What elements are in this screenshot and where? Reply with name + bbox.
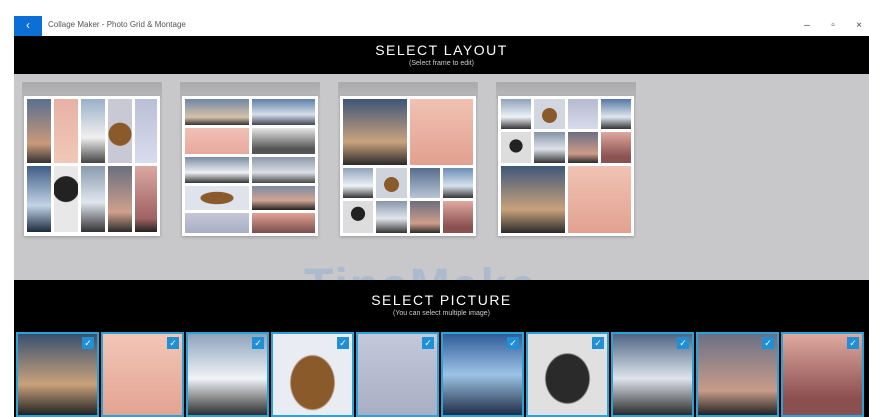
photo-cell <box>54 166 78 232</box>
photo-cell <box>185 213 249 233</box>
photo-cell <box>501 99 531 129</box>
thumbnail-4[interactable]: ✓ <box>271 332 354 417</box>
back-button[interactable]: ‹ <box>14 16 42 36</box>
photo-cell <box>252 99 315 125</box>
check-icon: ✓ <box>592 337 604 349</box>
thumbnail-1[interactable]: ✓ <box>16 332 99 417</box>
app-window: ‹ Collage Maker - Photo Grid & Montage –… <box>14 16 869 417</box>
photo-cell <box>410 99 473 165</box>
check-icon: ✓ <box>847 337 859 349</box>
picture-title: SELECT PICTURE <box>371 292 512 308</box>
photo-cell <box>185 186 249 210</box>
photo-cell <box>410 168 440 198</box>
minimize-button[interactable]: – <box>796 18 818 34</box>
layout-frame-2[interactable] <box>180 82 324 251</box>
layout-subtitle: (Select frame to edit) <box>409 60 474 67</box>
frame-preview <box>340 96 476 236</box>
photo-cell <box>534 132 565 163</box>
frame-preview <box>182 96 318 236</box>
photo-cell <box>252 186 315 210</box>
photo-cell <box>135 99 157 163</box>
photo-cell <box>108 99 132 163</box>
picture-subtitle: (You can select multiple image) <box>392 310 490 317</box>
photo-cell <box>343 99 407 165</box>
photo-cell <box>534 99 565 129</box>
photo-cell <box>443 168 473 198</box>
frame-preview <box>498 96 634 236</box>
picture-header: SELECT PICTURE (You can select multiple … <box>14 280 869 334</box>
check-icon: ✓ <box>167 337 179 349</box>
thumbnail-9[interactable]: ✓ <box>696 332 779 417</box>
check-icon: ✓ <box>762 337 774 349</box>
thumbnail-8[interactable]: ✓ <box>611 332 694 417</box>
photo-cell <box>135 166 157 232</box>
app-title: Collage Maker - Photo Grid & Montage <box>48 20 186 29</box>
photo-cell <box>185 128 249 154</box>
photo-cell <box>252 157 315 183</box>
photo-cell <box>601 99 631 129</box>
frame-preview <box>24 96 160 236</box>
thumbnail-7[interactable]: ✓ <box>526 332 609 417</box>
layout-frame-4[interactable] <box>496 82 640 251</box>
photo-cell <box>601 132 631 163</box>
photo-cell <box>443 201 473 233</box>
photo-cell <box>185 99 249 125</box>
photo-cell <box>376 168 407 198</box>
photo-cell <box>108 166 132 232</box>
thumbnail-6[interactable]: ✓ <box>441 332 524 417</box>
back-arrow-icon: ‹ <box>26 18 30 32</box>
layout-frame-1[interactable] <box>22 82 166 251</box>
minimize-icon: – <box>804 20 810 31</box>
check-icon: ✓ <box>252 337 264 349</box>
photo-cell <box>252 128 315 154</box>
maximize-icon: ▫ <box>831 20 835 31</box>
check-icon: ✓ <box>507 337 519 349</box>
photo-cell <box>501 132 531 163</box>
photo-cell <box>343 168 373 198</box>
check-icon: ✓ <box>82 337 94 349</box>
thumbnail-5[interactable]: ✓ <box>356 332 439 417</box>
thumbnail-10[interactable]: ✓ <box>781 332 864 417</box>
photo-cell <box>27 166 51 232</box>
photo-cell <box>501 166 565 233</box>
photo-cell <box>54 99 78 163</box>
photo-cell <box>568 166 631 233</box>
layout-gallery: TipsMake <box>14 74 869 313</box>
photo-cell <box>343 201 373 233</box>
title-bar: ‹ Collage Maker - Photo Grid & Montage –… <box>14 16 869 36</box>
photo-cell <box>568 99 598 129</box>
check-icon: ✓ <box>337 337 349 349</box>
picture-strip: ✓ ✓ ✓ ✓ ✓ ✓ ✓ ✓ ✓ ✓ <box>14 332 869 417</box>
photo-cell <box>27 99 51 163</box>
check-icon: ✓ <box>422 337 434 349</box>
thumbnail-3[interactable]: ✓ <box>186 332 269 417</box>
photo-cell <box>410 201 440 233</box>
photo-cell <box>185 157 249 183</box>
photo-cell <box>81 166 105 232</box>
photo-cell <box>252 213 315 233</box>
layout-frame-3[interactable] <box>338 82 482 251</box>
layout-title: SELECT LAYOUT <box>375 42 508 58</box>
close-button[interactable]: × <box>848 18 869 34</box>
check-icon: ✓ <box>677 337 689 349</box>
close-icon: × <box>856 20 862 31</box>
photo-cell <box>81 99 105 163</box>
photo-cell <box>376 201 407 233</box>
thumbnail-2[interactable]: ✓ <box>101 332 184 417</box>
maximize-button[interactable]: ▫ <box>822 18 844 34</box>
photo-cell <box>568 132 598 163</box>
